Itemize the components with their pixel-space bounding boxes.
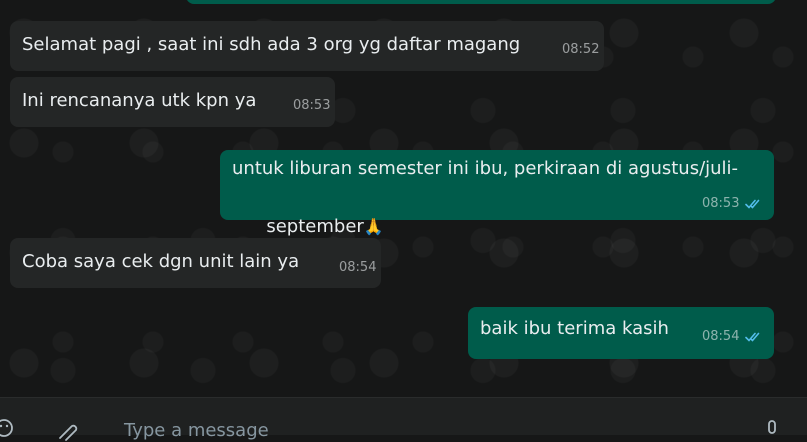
previous-outgoing-message-edge <box>186 0 776 4</box>
message-text: Ini rencananya utk kpn ya <box>22 90 257 111</box>
message-time: 08:52 <box>562 42 600 57</box>
message-text: Coba saya cek dgn unit lain ya <box>22 251 300 272</box>
message-incoming[interactable]: Selamat pagi , saat ini sdh ada 3 org yg… <box>10 21 604 71</box>
message-text-line-1: untuk liburan semester ini ibu, perkiraa… <box>232 158 739 179</box>
chat-background: Selamat pagi , saat ini sdh ada 3 org yg… <box>0 0 807 397</box>
message-input[interactable]: Type a message <box>124 420 269 442</box>
emoji-icon[interactable] <box>0 418 14 438</box>
message-time: 08:53 <box>293 98 331 113</box>
message-text: september <box>266 216 364 237</box>
message-meta: 08:54 <box>339 260 376 276</box>
message-incoming[interactable]: Ini rencananya utk kpn ya 08:53 <box>10 77 335 127</box>
message-time: 08:54 <box>339 260 377 275</box>
message-outgoing[interactable]: untuk liburan semester ini ibu, perkiraa… <box>220 150 774 237</box>
message-meta: 08:52 <box>562 42 599 58</box>
message-text: Selamat pagi , saat ini sdh ada 3 org yg… <box>22 34 521 55</box>
read-ticks-icon <box>745 199 760 209</box>
read-ticks-icon <box>745 332 760 342</box>
message-time: 08:54 <box>702 329 740 344</box>
message-outgoing[interactable]: baik ibu terima kasih 08:54 <box>468 307 774 359</box>
message-meta: 08:53 <box>293 98 330 114</box>
message-meta: 08:54 <box>702 329 763 345</box>
message-composer: Type a message <box>0 397 807 441</box>
pray-emoji-icon: 🙏 <box>363 217 384 236</box>
attach-icon[interactable] <box>56 420 80 442</box>
message-time: 08:53 <box>702 196 740 211</box>
microphone-icon[interactable] <box>764 420 780 442</box>
message-incoming[interactable]: Coba saya cek dgn unit lain ya 08:54 <box>10 238 381 288</box>
message-meta: 08:53 <box>702 196 763 212</box>
message-text: baik ibu terima kasih <box>480 318 669 339</box>
